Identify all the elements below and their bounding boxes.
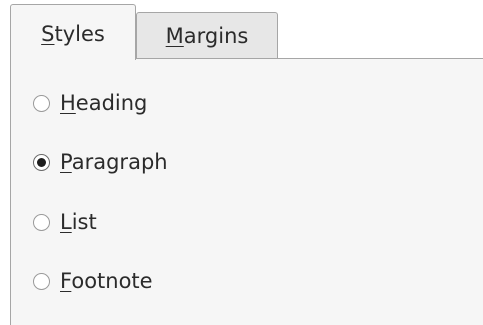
radio-heading-mnemonic: H xyxy=(60,91,76,115)
tab-styles-label-rest: tyles xyxy=(54,22,105,46)
radio-paragraph-mnemonic: P xyxy=(60,150,72,174)
tab-margins-mnemonic: M xyxy=(165,24,184,48)
radio-list-label-rest: ist xyxy=(71,210,97,234)
radio-paragraph-button[interactable] xyxy=(33,153,50,171)
radio-heading-label: Heading xyxy=(60,91,147,115)
dialog-frame: Styles Margins Heading Paragraph List Fo… xyxy=(0,0,483,325)
radio-paragraph-label-rest: aragraph xyxy=(71,150,168,174)
tab-styles[interactable]: Styles xyxy=(10,4,136,60)
tab-styles-label: Styles xyxy=(41,20,105,45)
tab-styles-mnemonic: S xyxy=(41,22,55,46)
tab-margins[interactable]: Margins xyxy=(136,12,278,58)
radio-list-button[interactable] xyxy=(33,213,50,231)
radio-footnote-label: Footnote xyxy=(60,269,153,293)
radio-footnote-mnemonic: F xyxy=(60,269,72,293)
styles-tab-page: Heading Paragraph List Footnote xyxy=(10,58,483,325)
radio-heading-label-rest: eading xyxy=(75,91,148,115)
tab-margins-label-rest: argins xyxy=(183,24,249,48)
tab-margins-label: Margins xyxy=(166,24,249,47)
radio-footnote-label-rest: ootnote xyxy=(71,269,153,293)
radio-selected-dot xyxy=(37,157,46,167)
radio-footnote[interactable]: Footnote xyxy=(33,269,153,293)
radio-paragraph[interactable]: Paragraph xyxy=(33,150,168,174)
radio-heading-button[interactable] xyxy=(33,94,50,112)
radio-list-label: List xyxy=(60,210,97,234)
radio-paragraph-label: Paragraph xyxy=(60,150,168,174)
radio-heading[interactable]: Heading xyxy=(33,91,147,115)
radio-list-mnemonic: L xyxy=(60,210,72,234)
radio-footnote-button[interactable] xyxy=(33,272,50,290)
radio-list[interactable]: List xyxy=(33,210,97,234)
